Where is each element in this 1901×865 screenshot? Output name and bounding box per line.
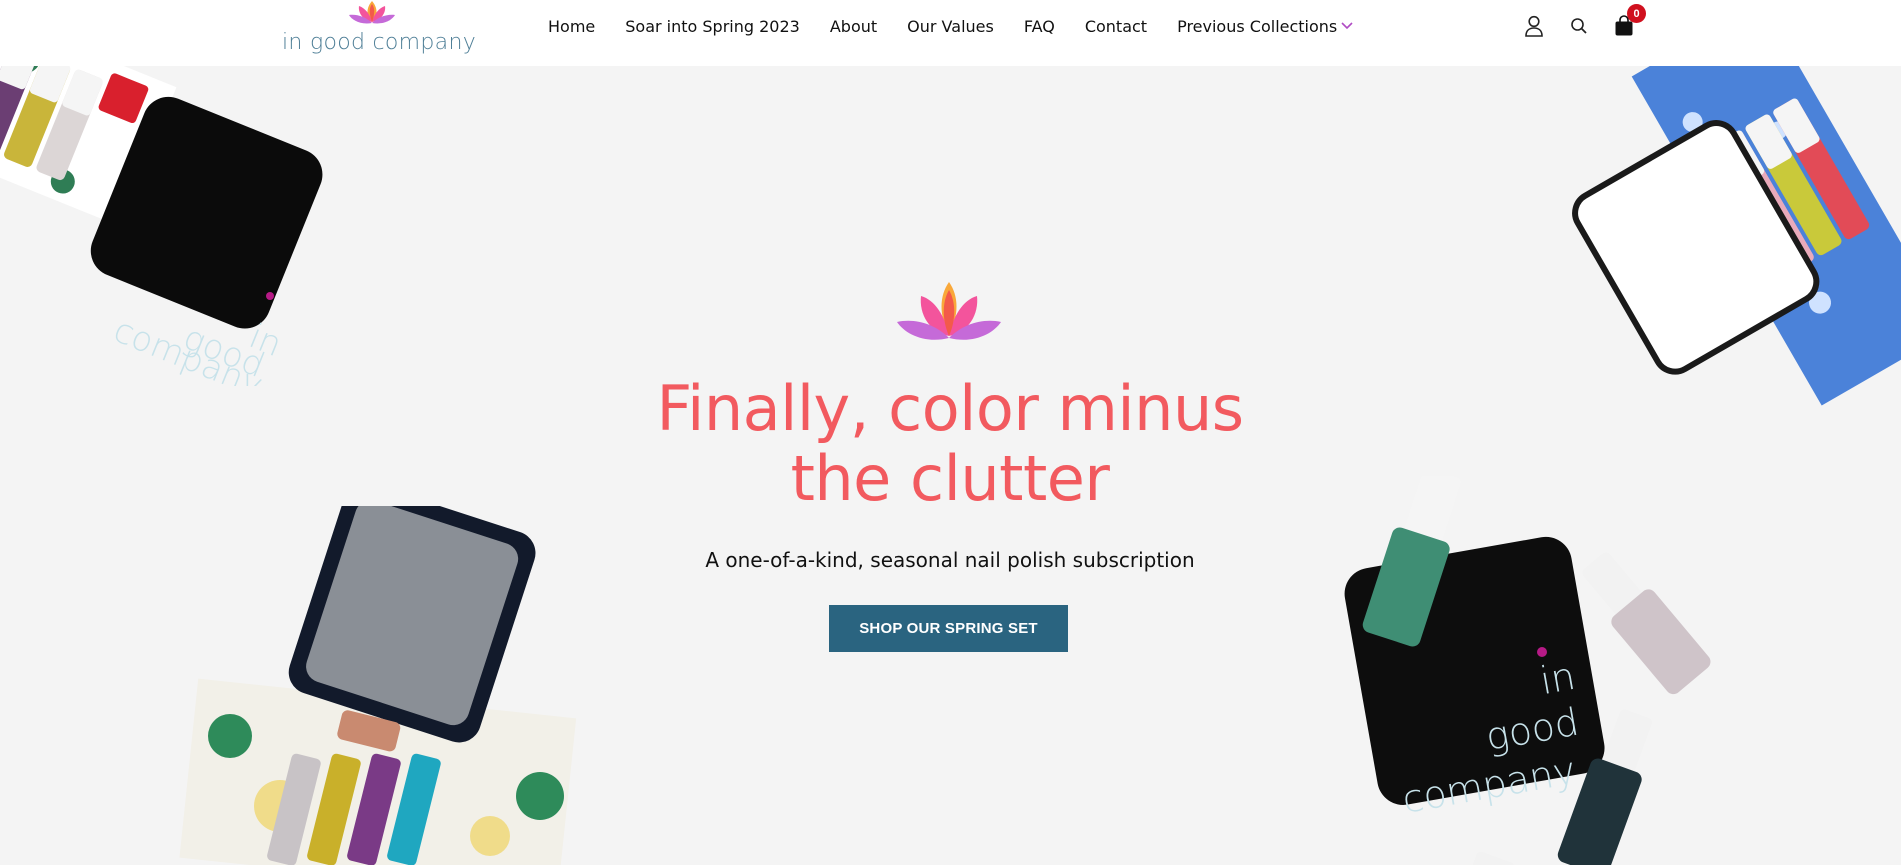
chevron-down-icon bbox=[1341, 22, 1353, 30]
hero-title-line2: the clutter bbox=[790, 442, 1110, 515]
product-image-top-right bbox=[1572, 66, 1901, 406]
header-actions: 0 bbox=[1520, 4, 1655, 40]
nav-previous-collections-label: Previous Collections bbox=[1177, 16, 1338, 36]
nav-about[interactable]: About bbox=[830, 17, 877, 36]
brand-logo[interactable]: in good company bbox=[280, 0, 476, 60]
hero-subtitle: A one-of-a-kind, seasonal nail polish su… bbox=[705, 548, 1195, 572]
cart-button[interactable]: 0 bbox=[1610, 4, 1646, 40]
hero-section: in good company in good company Finally,… bbox=[0, 66, 1901, 865]
nav-soar-into-spring[interactable]: Soar into Spring 2023 bbox=[625, 17, 800, 36]
nav-contact[interactable]: Contact bbox=[1085, 17, 1147, 36]
product-image-bottom-right: in good company bbox=[1344, 476, 1711, 865]
lotus-icon bbox=[897, 282, 1001, 340]
shop-spring-set-button[interactable]: SHOP OUR SPRING SET bbox=[829, 605, 1068, 652]
brand-name: in good company bbox=[282, 30, 477, 55]
site-header: in good company Home Soar into Spring 20… bbox=[0, 0, 1901, 66]
main-nav: Home Soar into Spring 2023 About Our Val… bbox=[548, 0, 1383, 52]
nav-faq[interactable]: FAQ bbox=[1024, 17, 1055, 36]
lotus-logo-icon bbox=[349, 1, 395, 24]
search-icon bbox=[1571, 18, 1587, 34]
product-image-top-left: in good company bbox=[0, 66, 323, 386]
hero-title: Finally, color minus the clutter bbox=[550, 374, 1350, 514]
nav-previous-collections[interactable]: Previous Collections bbox=[1177, 17, 1353, 36]
product-image-bottom-left bbox=[179, 506, 577, 865]
nav-our-values[interactable]: Our Values bbox=[907, 17, 994, 36]
cart-count-badge: 0 bbox=[1627, 4, 1646, 23]
search-button[interactable] bbox=[1565, 12, 1593, 40]
account-button[interactable] bbox=[1520, 12, 1548, 40]
nav-home[interactable]: Home bbox=[548, 17, 595, 36]
user-icon bbox=[1525, 15, 1543, 37]
hero-title-line1: Finally, color minus bbox=[656, 372, 1244, 445]
